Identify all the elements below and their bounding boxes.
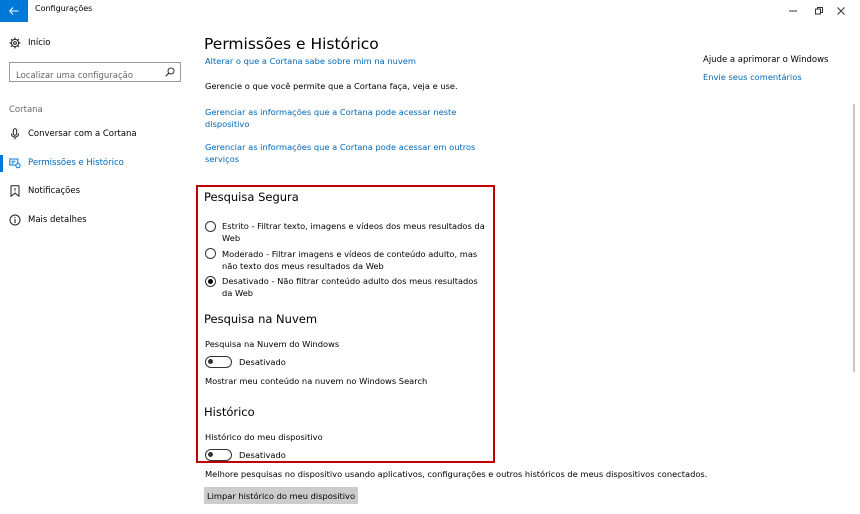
sidebar-item-label: Notificações	[28, 186, 81, 196]
close-icon	[837, 7, 845, 15]
safe-search-heading: Pesquisa Segura	[204, 190, 299, 204]
link-line: dispositivo	[205, 119, 250, 129]
radio-label: Estrito - Filtrar texto, imagens e vídeo…	[222, 220, 485, 244]
send-feedback-link[interactable]: Envie seus comentários	[703, 72, 802, 82]
page-title: Permissões e Histórico	[204, 35, 379, 53]
sidebar-item-talk-to-cortana[interactable]: Conversar com a Cortana	[0, 124, 190, 144]
radio-label-line: Moderado - Filtrar imagens e vídeos de c…	[222, 249, 478, 259]
cloud-knowledge-link[interactable]: Alterar o que a Cortana sabe sobre mim n…	[205, 56, 416, 66]
radio-label-line: Estrito - Filtrar texto, imagens e vídeo…	[222, 221, 485, 231]
radio-label-line: Web	[222, 233, 241, 243]
device-history-toggle[interactable]	[205, 449, 232, 461]
search-icon[interactable]	[165, 67, 175, 77]
sidebar-item-label: Conversar com a Cortana	[28, 129, 137, 139]
history-description: Melhore pesquisas no dispositivo usando …	[205, 469, 708, 479]
manage-device-info-link[interactable]: Gerenciar as informações que a Cortana p…	[205, 106, 456, 130]
link-line: serviços	[205, 154, 240, 164]
manage-services-info-link[interactable]: Gerenciar as informações que a Cortana p…	[205, 141, 475, 165]
window-title: Configurações	[35, 4, 93, 13]
back-arrow-icon	[9, 7, 19, 15]
search-box[interactable]	[9, 62, 181, 85]
sidebar-item-label: Mais detalhes	[28, 215, 87, 225]
sidebar-item-label: Permissões e Histórico	[28, 158, 124, 168]
cloud-search-note: Mostrar meu conteúdo na nuvem no Windows…	[205, 376, 428, 386]
cloud-search-heading: Pesquisa na Nuvem	[204, 312, 318, 326]
clear-history-button[interactable]: Limpar histórico do meu dispositivo	[204, 487, 358, 504]
safe-search-off-radio[interactable]	[205, 276, 216, 287]
close-button[interactable]	[822, 0, 860, 22]
cloud-search-toggle[interactable]	[205, 356, 232, 368]
radio-label-line: Desativado - Não filtrar conteúdo adulto…	[222, 276, 478, 286]
help-improve-title: Ajude a aprimorar o Windows	[703, 55, 829, 65]
safe-search-strict-radio[interactable]	[205, 221, 216, 232]
radio-label-line: da Web	[222, 288, 254, 298]
microphone-icon	[11, 128, 19, 140]
title-bar: Configurações	[0, 0, 860, 22]
sidebar: Início Cortana Conversar com a Cortana P…	[0, 22, 190, 514]
device-history-toggle-state: Desativado	[239, 450, 286, 460]
cloud-search-toggle-state: Desativado	[239, 357, 286, 367]
search-input[interactable]	[10, 67, 166, 85]
sidebar-item-notifications[interactable]: Notificações	[0, 181, 190, 201]
radio-label: Moderado - Filtrar imagens e vídeos de c…	[222, 248, 477, 272]
radio-label-line: não texto dos meus resultados da Web	[222, 261, 384, 271]
link-line: Gerenciar as informações que a Cortana p…	[205, 107, 457, 117]
permissions-icon	[9, 158, 21, 169]
gear-icon	[9, 37, 21, 49]
sidebar-item-permissions-history[interactable]: Permissões e Histórico	[0, 153, 190, 173]
manage-description: Gerencie o que você permite que a Cortan…	[205, 81, 458, 91]
scrollbar[interactable]	[853, 104, 855, 372]
info-icon	[9, 214, 21, 226]
back-button[interactable]	[0, 0, 28, 22]
sidebar-item-home[interactable]: Início	[0, 33, 190, 53]
link-line: Gerenciar as informações que a Cortana p…	[205, 142, 476, 152]
sidebar-item-label: Início	[28, 38, 51, 48]
minimize-icon	[789, 10, 797, 12]
radio-label: Desativado - Não filtrar conteúdo adulto…	[222, 275, 478, 299]
cloud-search-label: Pesquisa na Nuvem do Windows	[205, 339, 340, 349]
notifications-icon	[10, 185, 20, 197]
section-label: Cortana	[9, 105, 43, 115]
history-heading: Histórico	[204, 405, 255, 419]
sidebar-item-more-details[interactable]: Mais detalhes	[0, 210, 190, 230]
device-history-label: Histórico do meu dispositivo	[205, 432, 323, 442]
safe-search-moderate-radio[interactable]	[205, 248, 216, 259]
